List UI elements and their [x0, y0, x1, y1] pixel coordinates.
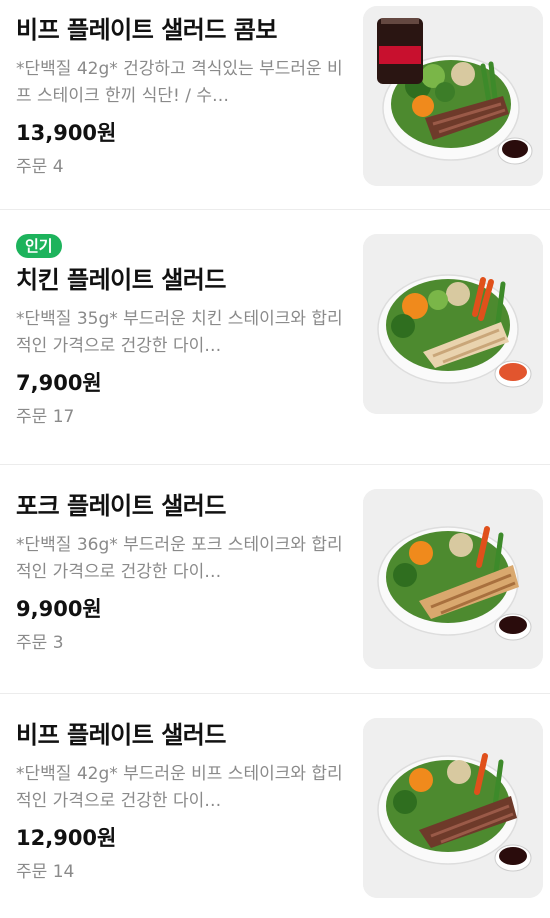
menu-item-name: 포크 플레이트 샐러드: [16, 492, 226, 520]
salad-bowl-icon: [363, 489, 543, 669]
orders-count: 3: [52, 633, 64, 653]
salad-bowl-icon: [363, 718, 543, 898]
beef-salad-image[interactable]: [363, 718, 543, 898]
orders-label: 주문: [16, 407, 48, 427]
menu-item-description: *단백질 36g* 부드러운 포크 스테이크와 합리적인 가격으로 건강한 다이…: [16, 535, 343, 582]
menu-item-name: 치킨 플레이트 샐러드: [16, 266, 226, 294]
menu-item-info: 인기 치킨 플레이트 샐러드 *단백질 35g* 부드러운 치킨 스테이크와 합…: [16, 234, 346, 464]
menu-item-name: 비프 플레이트 샐러드: [16, 721, 226, 749]
menu-item-description: *단백질 42g* 건강하고 격식있는 부드러운 비프 스테이크 한끼 식단! …: [16, 59, 343, 106]
menu-item-pork[interactable]: 포크 플레이트 샐러드 *단백질 36g* 부드러운 포크 스테이크와 합리적인…: [0, 465, 550, 694]
menu-item-price: 7,900원: [16, 371, 102, 395]
menu-item-info: 비프 플레이트 샐러드 콤보 *단백질 42g* 건강하고 격식있는 부드러운 …: [16, 14, 346, 209]
menu-item-beef-combo[interactable]: 비프 플레이트 샐러드 콤보 *단백질 42g* 건강하고 격식있는 부드러운 …: [0, 0, 550, 210]
menu-item-chicken[interactable]: 인기 치킨 플레이트 샐러드 *단백질 35g* 부드러운 치킨 스테이크와 합…: [0, 210, 550, 465]
menu-item-info: 비프 플레이트 샐러드 *단백질 42g* 부드러운 비프 스테이크와 합리적인…: [16, 719, 346, 918]
orders-count: 17: [52, 407, 75, 427]
orders-label: 주문: [16, 633, 48, 653]
menu-item-orders: 주문 4: [16, 155, 346, 179]
orders-label: 주문: [16, 157, 48, 177]
menu-item-price: 9,900원: [16, 597, 102, 621]
menu-item-beef[interactable]: 비프 플레이트 샐러드 *단백질 42g* 부드러운 비프 스테이크와 합리적인…: [0, 694, 550, 918]
menu-item-orders: 주문 14: [16, 860, 346, 884]
orders-count: 14: [52, 862, 75, 882]
menu-item-info: 포크 플레이트 샐러드 *단백질 36g* 부드러운 포크 스테이크와 합리적인…: [16, 490, 346, 693]
menu-item-description: *단백질 35g* 부드러운 치킨 스테이크와 합리적인 가격으로 건강한 다이…: [16, 309, 343, 356]
orders-label: 주문: [16, 862, 48, 882]
menu-item-name: 비프 플레이트 샐러드 콤보: [16, 16, 277, 44]
menu-item-description: *단백질 42g* 부드러운 비프 스테이크와 합리적인 가격으로 건강한 다이…: [16, 764, 343, 811]
salad-bowl-icon: [363, 6, 543, 186]
menu-item-orders: 주문 17: [16, 405, 346, 429]
menu-item-price: 13,900원: [16, 121, 117, 145]
pork-salad-image[interactable]: [363, 489, 543, 669]
menu-item-price: 12,900원: [16, 826, 117, 850]
menu-item-orders: 주문 3: [16, 631, 346, 655]
beef-salad-with-cola-image[interactable]: [363, 6, 543, 186]
popular-badge: 인기: [16, 234, 62, 258]
menu-list: 비프 플레이트 샐러드 콤보 *단백질 42g* 건강하고 격식있는 부드러운 …: [0, 0, 550, 918]
chicken-salad-image[interactable]: [363, 234, 543, 414]
salad-bowl-icon: [363, 234, 543, 414]
orders-count: 4: [52, 157, 64, 177]
